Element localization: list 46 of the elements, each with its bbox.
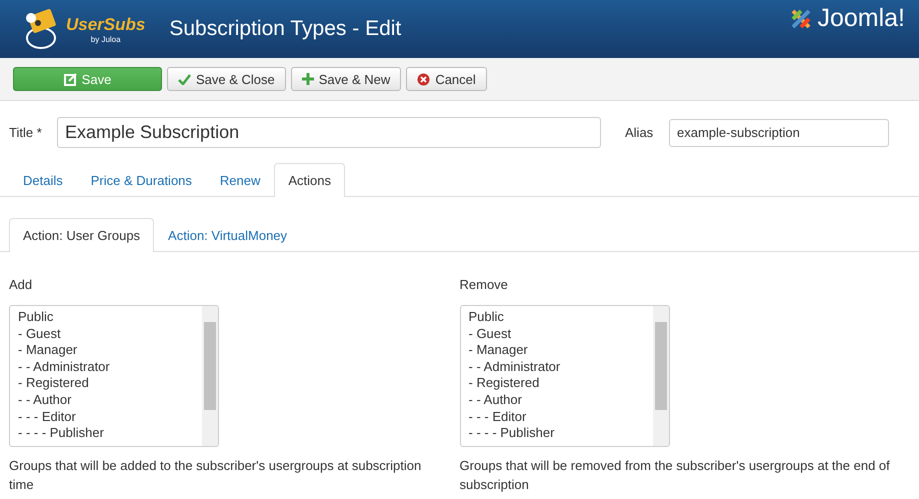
list-option[interactable]: - - Author [18, 392, 202, 409]
plus-icon [302, 73, 314, 85]
help-text: Groups that will be removed from the subscriber's usergroups at the end of subscription [460, 457, 891, 494]
toolbar-button[interactable]: Cancel [406, 67, 487, 91]
check-icon [178, 74, 191, 84]
tab[interactable]: Action: User Groups [9, 218, 154, 252]
list-option[interactable]: - - - Editor [468, 408, 652, 426]
tab[interactable]: Price & Durations [76, 163, 206, 197]
list-option[interactable]: - Manager [18, 342, 202, 359]
list-option[interactable]: - Manager [468, 342, 652, 359]
tab[interactable]: Actions [274, 163, 346, 197]
alias-field[interactable]: example-subscription [669, 118, 889, 146]
cancel-icon [417, 72, 430, 86]
cms-logo-icon [789, 6, 814, 30]
list-option[interactable]: - Guest [468, 326, 652, 342]
edit-icon [64, 72, 77, 86]
group-listbox[interactable]: Public - Guest - Manager - - Administrator - Registered - - Author - - - Editor - - - - Publisher [460, 305, 670, 447]
help-text: Groups that will be added to the subscriber's usergroups at subscription time [9, 457, 422, 494]
group-listbox[interactable]: Public - Guest - Manager - - Administrator - Registered - - Author - - - Editor - - - - Publisher [9, 305, 219, 447]
tab[interactable]: Renew [206, 163, 274, 197]
list-option[interactable]: - - Author [468, 392, 652, 409]
tab[interactable]: Action: VirtualMoney [154, 218, 302, 252]
toolbar-button[interactable]: Save & New [290, 67, 402, 91]
field-label: Title * [9, 125, 43, 140]
title-field[interactable]: Example Subscription [57, 117, 601, 148]
tab[interactable]: Details [9, 163, 77, 197]
page-title: Subscription Types - Edit [169, 17, 402, 41]
field-label: Alias [625, 125, 654, 140]
list-option[interactable]: - Registered [18, 375, 202, 392]
scrollbar[interactable] [202, 306, 218, 446]
list-option[interactable]: Public [468, 309, 652, 326]
toolbar-button[interactable]: Save & Close [167, 67, 286, 91]
field-label: Remove [460, 277, 509, 292]
list-option[interactable]: - - - - Publisher [468, 425, 652, 442]
list-option[interactable]: - - - - Publisher [18, 425, 202, 442]
list-option[interactable]: - Guest [18, 326, 202, 342]
field-label: Add [9, 277, 34, 292]
list-option[interactable]: - - Administrator [468, 358, 652, 376]
list-option[interactable]: - - Administrator [18, 358, 202, 376]
brand-subtitle: by Juloa [90, 34, 121, 44]
list-option[interactable]: Public [18, 309, 202, 326]
scrollbar[interactable] [652, 306, 668, 446]
list-option[interactable]: - - - Editor [18, 408, 202, 426]
brand-name: UserSubs [66, 14, 146, 34]
list-option[interactable]: - Registered [468, 375, 652, 392]
cms-logo-text: Joomla! [817, 4, 905, 33]
